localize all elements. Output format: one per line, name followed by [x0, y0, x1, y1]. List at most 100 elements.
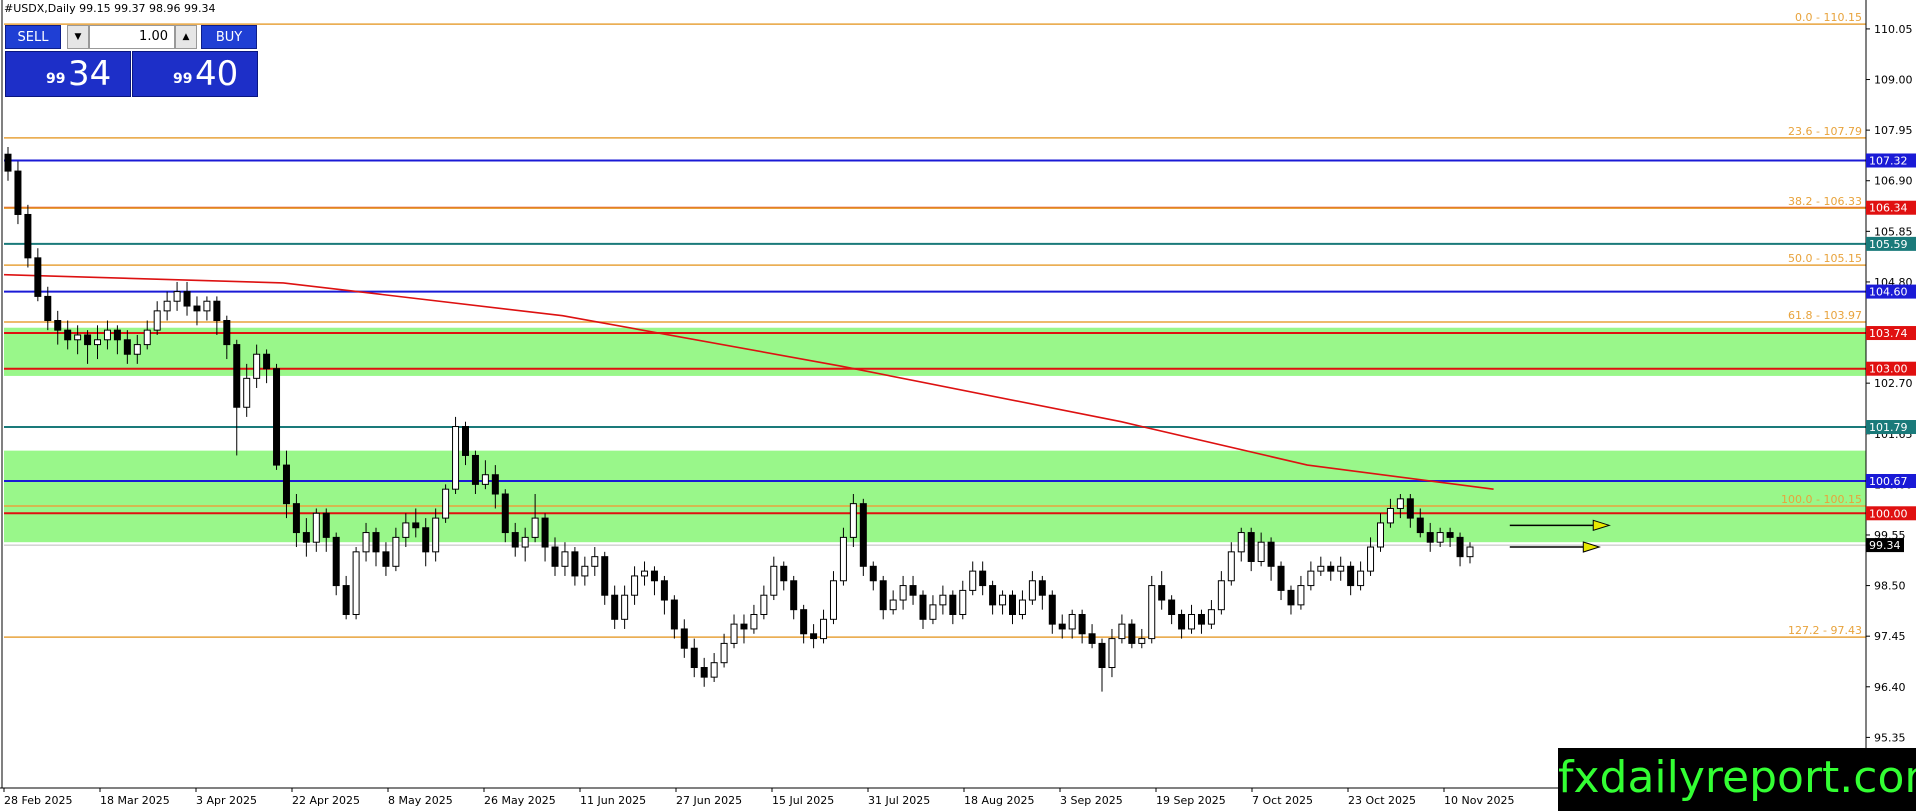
fib-level-label: 61.8 - 103.97: [1788, 309, 1862, 322]
candle-body: [720, 642, 728, 664]
x-axis-ticks: 28 Feb 2025 18 Mar 2025 3 Apr 2025 22 Apr 2…: [3, 788, 1514, 807]
candle-body: [153, 310, 161, 331]
candle-body: [859, 503, 867, 567]
triangle-down-icon: ▼: [74, 32, 82, 42]
fib-level-label: 23.6 - 107.79: [1788, 125, 1862, 138]
candle-body: [591, 556, 599, 567]
buy-button[interactable]: BUY: [201, 25, 257, 49]
fib-level-label: 0.0 - 110.15: [1795, 11, 1862, 24]
x-tick-label: 15 Jul 2025: [772, 794, 834, 807]
candle-body: [1287, 589, 1295, 606]
candle-body: [1247, 532, 1255, 562]
candle-body: [1386, 507, 1394, 524]
candle-body: [939, 594, 947, 606]
candle-body: [143, 329, 151, 346]
fib-level-label: 38.2 - 106.33: [1788, 195, 1862, 208]
candle-body: [1009, 594, 1017, 615]
candle-body: [1446, 532, 1454, 538]
candle-body: [999, 594, 1007, 606]
candle-body: [1098, 642, 1106, 669]
candle-body: [302, 532, 310, 543]
candle-body: [74, 334, 82, 341]
candle-body: [531, 517, 539, 538]
buy-price-big: 40: [195, 54, 239, 94]
lot-increase-button[interactable]: ▲: [175, 25, 197, 49]
fib-level-label: 100.0 - 100.15: [1781, 493, 1862, 506]
x-tick-label: 31 Jul 2025: [868, 794, 930, 807]
candle-body: [173, 291, 181, 302]
y-axis-ticks: 110.05109.00107.95106.90105.85104.80103.…: [1866, 23, 1913, 744]
x-tick-label: 18 Mar 2025: [100, 794, 170, 807]
sell-price-big: 34: [68, 54, 112, 94]
candle-body: [1028, 580, 1036, 601]
candle-body: [422, 527, 430, 553]
candle-body: [1406, 498, 1414, 519]
candle-body: [64, 329, 72, 341]
support-resistance-zones: [4, 327, 1866, 543]
candle-body: [601, 556, 609, 596]
lot-size-input[interactable]: 1.00: [89, 25, 175, 49]
x-tick-label: 8 May 2025: [388, 794, 453, 807]
candle-body: [1168, 599, 1176, 615]
price-level-tag-label: 101.79: [1869, 421, 1908, 434]
candle-body: [740, 623, 748, 630]
candle-body: [1436, 532, 1444, 543]
price-chart[interactable]: 0.0 - 110.15 23.6 - 107.79 38.2 - 106.33 50…: [0, 0, 1916, 811]
candle-body: [839, 536, 847, 582]
candle-body: [1357, 570, 1365, 587]
candle-body: [730, 623, 738, 644]
y-tick-label: 98.50: [1874, 580, 1906, 593]
candle-body: [332, 536, 340, 587]
candle-body: [929, 604, 937, 620]
candle-body: [561, 551, 569, 567]
candle-body: [103, 329, 111, 341]
candle-body: [909, 585, 917, 596]
buy-price-quote[interactable]: 99 40: [132, 51, 258, 97]
candle-body: [611, 594, 619, 620]
candle-body: [372, 532, 380, 553]
candle-body: [780, 565, 788, 582]
candle-body: [163, 300, 171, 312]
candle-body: [1158, 585, 1166, 601]
fib-level-label: 50.0 - 105.15: [1788, 252, 1862, 265]
price-level-tag-label: 100.67: [1869, 475, 1908, 488]
price-level-tag-label: 105.59: [1869, 238, 1908, 251]
candle-body: [849, 503, 857, 538]
candle-body: [292, 503, 300, 534]
candlestick-series: [4, 146, 1474, 692]
candle-body: [690, 647, 698, 669]
candle-body: [899, 585, 907, 601]
price-level-tag-label: 106.34: [1869, 202, 1908, 215]
candle-body: [631, 575, 639, 596]
sell-button[interactable]: SELL: [5, 25, 61, 49]
x-tick-label: 11 Jun 2025: [580, 794, 646, 807]
y-tick-label: 102.70: [1874, 377, 1913, 390]
candle-body: [203, 300, 211, 312]
candle-body: [412, 522, 420, 529]
candle-body: [790, 580, 798, 611]
candle-body: [969, 570, 977, 591]
candle-body: [113, 329, 121, 341]
price-level-tag-label: 103.00: [1869, 363, 1908, 376]
candle-body: [193, 305, 201, 312]
candle-body: [133, 344, 141, 355]
candle-body: [282, 464, 290, 505]
candle-body: [571, 551, 579, 577]
candle-body: [1337, 565, 1345, 572]
lot-decrease-button[interactable]: ▼: [67, 25, 89, 49]
candle-body: [889, 599, 897, 611]
candle-body: [800, 609, 808, 635]
candle-body: [223, 320, 231, 346]
candle-body: [670, 599, 678, 630]
candle-body: [1307, 570, 1315, 587]
candle-body: [1297, 585, 1305, 606]
sell-price-small: 99: [46, 71, 66, 87]
candle-body: [979, 570, 987, 587]
candle-body: [511, 532, 519, 548]
candle-body: [501, 493, 509, 534]
sell-price-quote[interactable]: 99 34: [5, 51, 131, 97]
y-tick-label: 106.90: [1874, 175, 1913, 188]
candle-body: [14, 170, 22, 215]
candle-body: [1277, 565, 1285, 591]
price-level-tag-label: 100.00: [1869, 507, 1908, 520]
